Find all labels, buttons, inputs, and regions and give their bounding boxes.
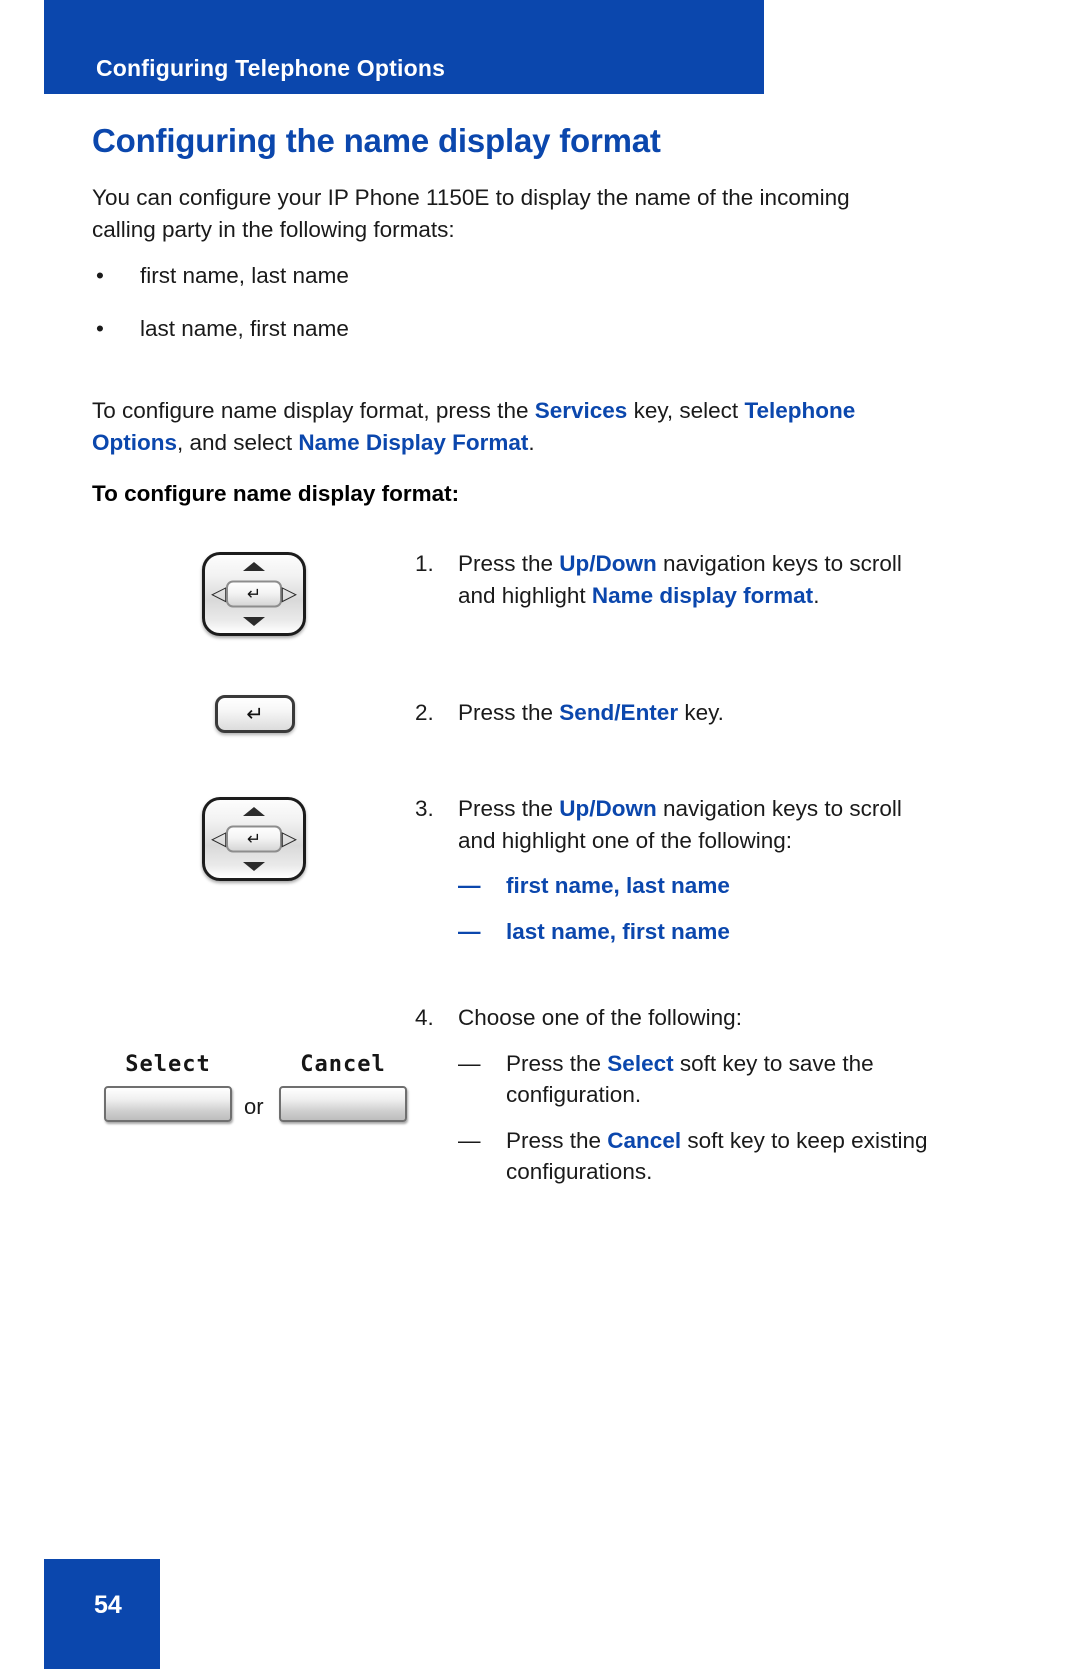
up-down-key-name: Up/Down: [559, 796, 657, 821]
intro-paragraph: You can configure your IP Phone 1150E to…: [92, 184, 850, 242]
list-item: • first name, last name: [92, 260, 972, 292]
option-text-pre: Press the: [506, 1050, 608, 1076]
option-label: first name, last name: [506, 873, 730, 898]
em-dash-icon: —: [458, 1050, 481, 1076]
nav-up-arrow-icon: [243, 807, 265, 816]
page-content: Configuring the name display format You …: [92, 122, 972, 507]
select-softkey-display-label: Select: [125, 1052, 211, 1077]
cancel-softkey-display-label: Cancel: [300, 1052, 386, 1077]
send-enter-key-name: Send/Enter: [559, 700, 679, 725]
page-number: 54: [94, 1591, 122, 1619]
step-body: Press the Up/Down navigation keys to scr…: [458, 548, 928, 611]
navigation-cluster-key-icon: ◁ ↵ ▷: [202, 797, 306, 881]
page-title: Configuring the name display format: [92, 122, 661, 159]
step-3-option-2: — last name, first name: [458, 916, 928, 948]
step-3-option-1: — first name, last name: [458, 870, 928, 902]
footer-page-number-band: 54: [44, 1559, 160, 1669]
navigation-paragraph: To configure name display format, press …: [92, 395, 882, 459]
cancel-softkey-name: Cancel: [607, 1127, 682, 1153]
step-text-part-1: Choose one of the following:: [458, 1005, 742, 1030]
running-header-title: Configuring Telephone Options: [96, 55, 446, 81]
nav-center-enter-icon: ↵: [226, 825, 282, 853]
step-text-part-1: Press the: [458, 551, 560, 576]
nav-down-arrow-icon: [243, 617, 265, 626]
list-item-label: first name, last name: [140, 262, 349, 288]
nav-right-arrow-icon: ▷: [281, 583, 297, 605]
send-enter-key-icon: ↵: [215, 695, 295, 733]
nav-left-arrow-icon: ◁: [211, 583, 227, 605]
step-number: 3.: [415, 796, 434, 821]
step-text-part-1: Press the: [458, 796, 560, 821]
em-dash-icon: —: [458, 1127, 481, 1153]
softkey-illustration: Select or Cancel: [104, 1048, 434, 1130]
nav-left-arrow-icon: ◁: [211, 828, 227, 850]
step-text-part-3: .: [813, 582, 820, 608]
step-4-option-2: — Press the Cancel soft key to keep exis…: [458, 1125, 928, 1188]
nav-text-part-1: To configure name display format, press …: [92, 397, 535, 423]
list-item: • last name, first name: [92, 313, 972, 345]
em-dash-icon: —: [458, 918, 481, 944]
up-down-key-name: Up/Down: [559, 551, 657, 576]
step-4-option-1: — Press the Select soft key to save the …: [458, 1048, 928, 1111]
step-number: 2.: [415, 700, 434, 725]
nav-right-arrow-icon: ▷: [281, 828, 297, 850]
option-text-pre: Press the: [506, 1127, 608, 1153]
step-number: 1.: [415, 551, 434, 576]
step-body: Press the Send/Enter key.: [458, 697, 928, 729]
step-number: 4.: [415, 1005, 434, 1030]
bullet-icon: •: [96, 262, 104, 288]
nav-text-part-3: , and select: [177, 429, 299, 455]
step-body: Choose one of the following: — Press the…: [458, 1002, 928, 1188]
step-text-part-2: key.: [678, 700, 724, 725]
option-label: last name, first name: [506, 918, 730, 944]
navigation-cluster-key-icon: ◁ ↵ ▷: [202, 552, 306, 636]
nav-text-part-2: key, select: [627, 397, 745, 423]
cancel-softkey-button[interactable]: [279, 1086, 407, 1122]
running-header-band: Configuring Telephone Options: [44, 0, 764, 94]
name-display-format-item-name: Name display format: [591, 582, 814, 608]
list-item-label: last name, first name: [140, 316, 349, 342]
em-dash-icon: —: [458, 873, 481, 898]
select-softkey-button[interactable]: [104, 1086, 232, 1122]
step-body: Press the Up/Down navigation keys to scr…: [458, 793, 928, 947]
procedure-heading: To configure name display format:: [92, 480, 460, 506]
nav-up-arrow-icon: [243, 562, 265, 571]
select-softkey-name: Select: [607, 1050, 674, 1076]
nav-down-arrow-icon: [243, 862, 265, 871]
services-key-name: Services: [534, 397, 628, 423]
name-display-format-menu-name: Name Display Format: [298, 429, 529, 455]
bullet-icon: •: [96, 316, 104, 342]
format-bullet-list: • first name, last name • last name, fir…: [92, 260, 972, 345]
or-conjunction-label: or: [244, 1094, 264, 1119]
nav-text-part-4: .: [528, 429, 535, 455]
nav-center-enter-icon: ↵: [226, 580, 282, 608]
step-text-part-1: Press the: [458, 700, 560, 725]
